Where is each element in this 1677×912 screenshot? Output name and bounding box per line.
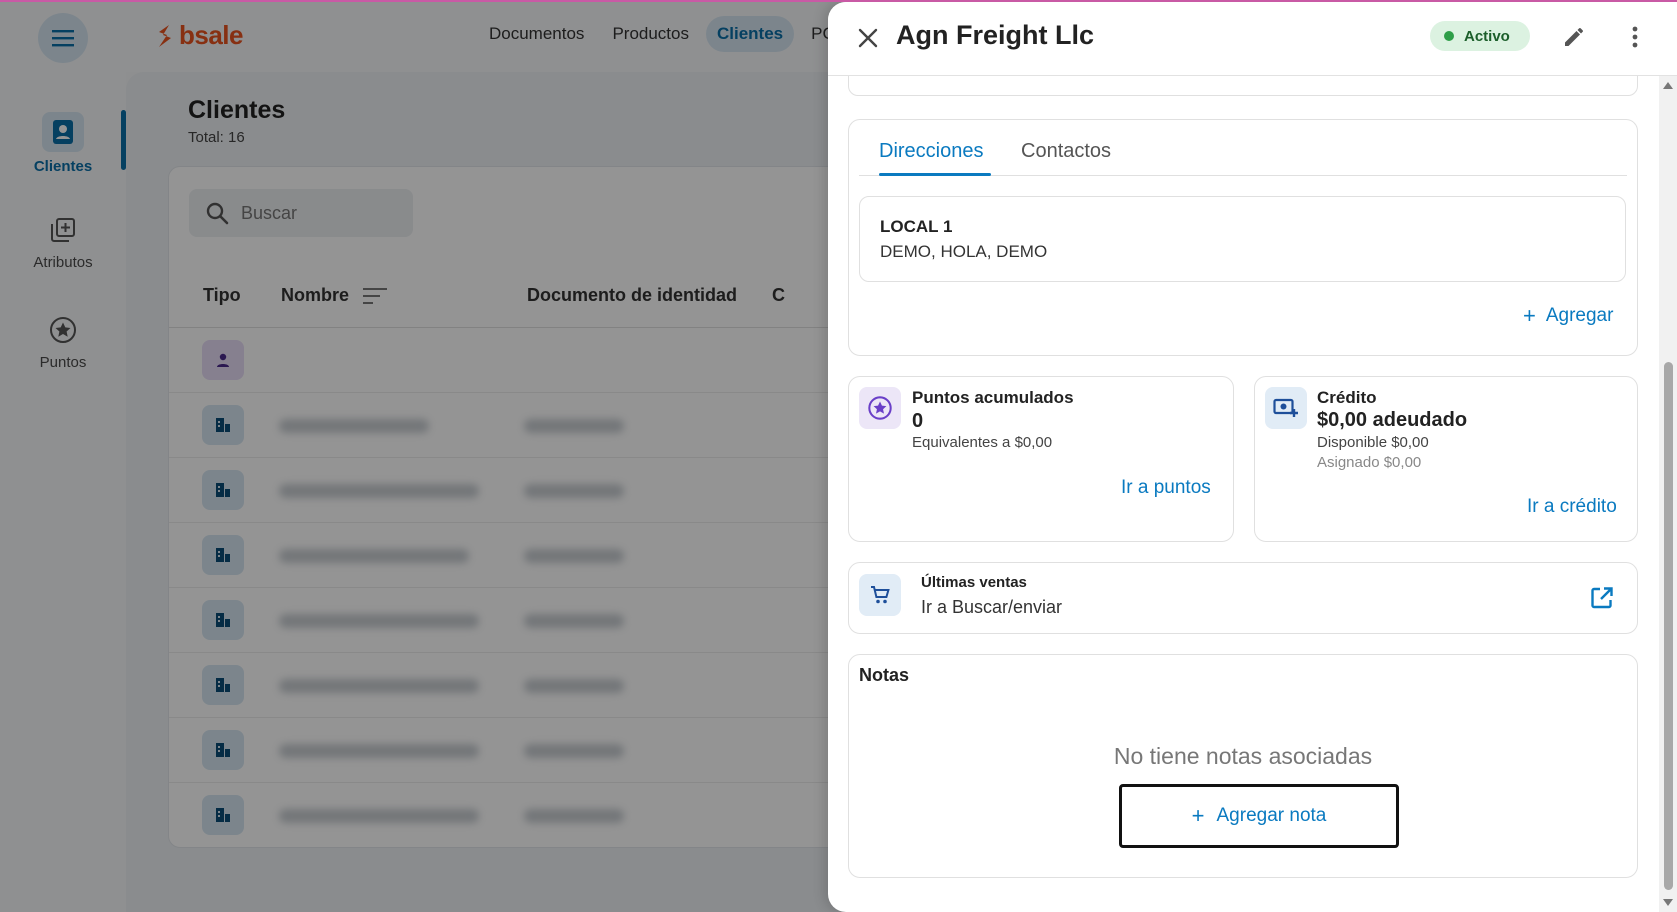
status-label: Activo	[1464, 27, 1510, 45]
status-badge: Activo	[1430, 21, 1530, 51]
addresses-card: Direcciones Contactos LOCAL 1 DEMO, HOLA…	[848, 119, 1638, 356]
scroll-down-arrow[interactable]	[1663, 899, 1673, 906]
drawer-body: Direcciones Contactos LOCAL 1 DEMO, HOLA…	[828, 56, 1677, 912]
more-options-button[interactable]	[1620, 19, 1650, 55]
edit-button[interactable]	[1556, 19, 1592, 55]
tab-direcciones[interactable]: Direcciones	[879, 140, 983, 163]
close-icon	[858, 28, 878, 48]
open-in-new-icon	[1591, 587, 1613, 609]
cart-icon	[871, 586, 890, 604]
plus-icon: +	[1523, 303, 1536, 328]
last-sales-title: Últimas ventas	[921, 574, 1027, 591]
open-external-button[interactable]	[1589, 585, 1615, 616]
credit-available: Disponible $0,00	[1317, 434, 1429, 451]
address-name: LOCAL 1	[880, 217, 953, 236]
scroll-up-arrow[interactable]	[1663, 82, 1673, 89]
star-circle-icon	[868, 396, 892, 420]
status-dot	[1444, 31, 1454, 41]
add-address-label: Agregar	[1545, 305, 1614, 326]
go-to-points-link[interactable]: Ir a puntos	[1121, 477, 1211, 499]
add-note-label: Agregar nota	[1216, 805, 1327, 826]
add-note-button[interactable]: + Agregar nota	[1119, 784, 1399, 848]
last-sales-card[interactable]: Últimas ventas Ir a Buscar/enviar	[848, 562, 1638, 634]
close-button[interactable]	[850, 20, 886, 56]
credit-card: Crédito $0,00 adeudado Disponible $0,00 …	[1254, 376, 1638, 542]
drawer-scrollbar[interactable]	[1659, 76, 1677, 912]
points-card: Puntos acumulados 0 Equivalentes a $0,00…	[848, 376, 1234, 542]
active-tab-indicator	[879, 173, 991, 176]
add-address-button[interactable]: + Agregar	[1523, 305, 1613, 327]
client-name-title: Agn Freight Llc	[896, 20, 1094, 50]
points-title: Puntos acumulados	[912, 388, 1074, 407]
go-to-credit-link[interactable]: Ir a crédito	[1527, 496, 1617, 518]
empty-notes-message: No tiene notas asociadas	[1113, 743, 1373, 769]
top-accent-line	[0, 0, 1677, 2]
cart-icon-tile	[859, 574, 901, 616]
points-equivalent: Equivalentes a $0,00	[912, 434, 1053, 451]
credit-title: Crédito	[1317, 388, 1377, 407]
scroll-thumb[interactable]	[1664, 362, 1673, 890]
points-value: 0	[912, 410, 924, 432]
tab-bar: Direcciones Contactos	[859, 130, 1627, 176]
tab-contactos[interactable]: Contactos	[1021, 140, 1111, 163]
drawer-header: Agn Freight Llc Activo	[828, 2, 1677, 76]
notes-title: Notas	[859, 665, 910, 685]
pencil-icon	[1565, 28, 1583, 46]
credit-icon-tile	[1265, 387, 1307, 429]
last-sales-link[interactable]: Ir a Buscar/enviar	[921, 597, 1062, 618]
notes-card: Notas No tiene notas asociadas + Agregar…	[848, 654, 1638, 878]
plus-icon: +	[1191, 803, 1205, 828]
address-line: DEMO, HOLA, DEMO	[880, 242, 1048, 261]
client-detail-drawer: Agn Freight Llc Activo Direcciones Conta…	[828, 2, 1677, 912]
credit-assigned: Asignado $0,00	[1317, 454, 1422, 471]
credit-owed: $0,00 adeudado	[1317, 409, 1468, 431]
add-money-icon	[1273, 398, 1298, 417]
address-item[interactable]: LOCAL 1 DEMO, HOLA, DEMO	[859, 196, 1626, 282]
points-icon-tile	[859, 387, 901, 429]
more-vertical-icon	[1632, 26, 1638, 48]
